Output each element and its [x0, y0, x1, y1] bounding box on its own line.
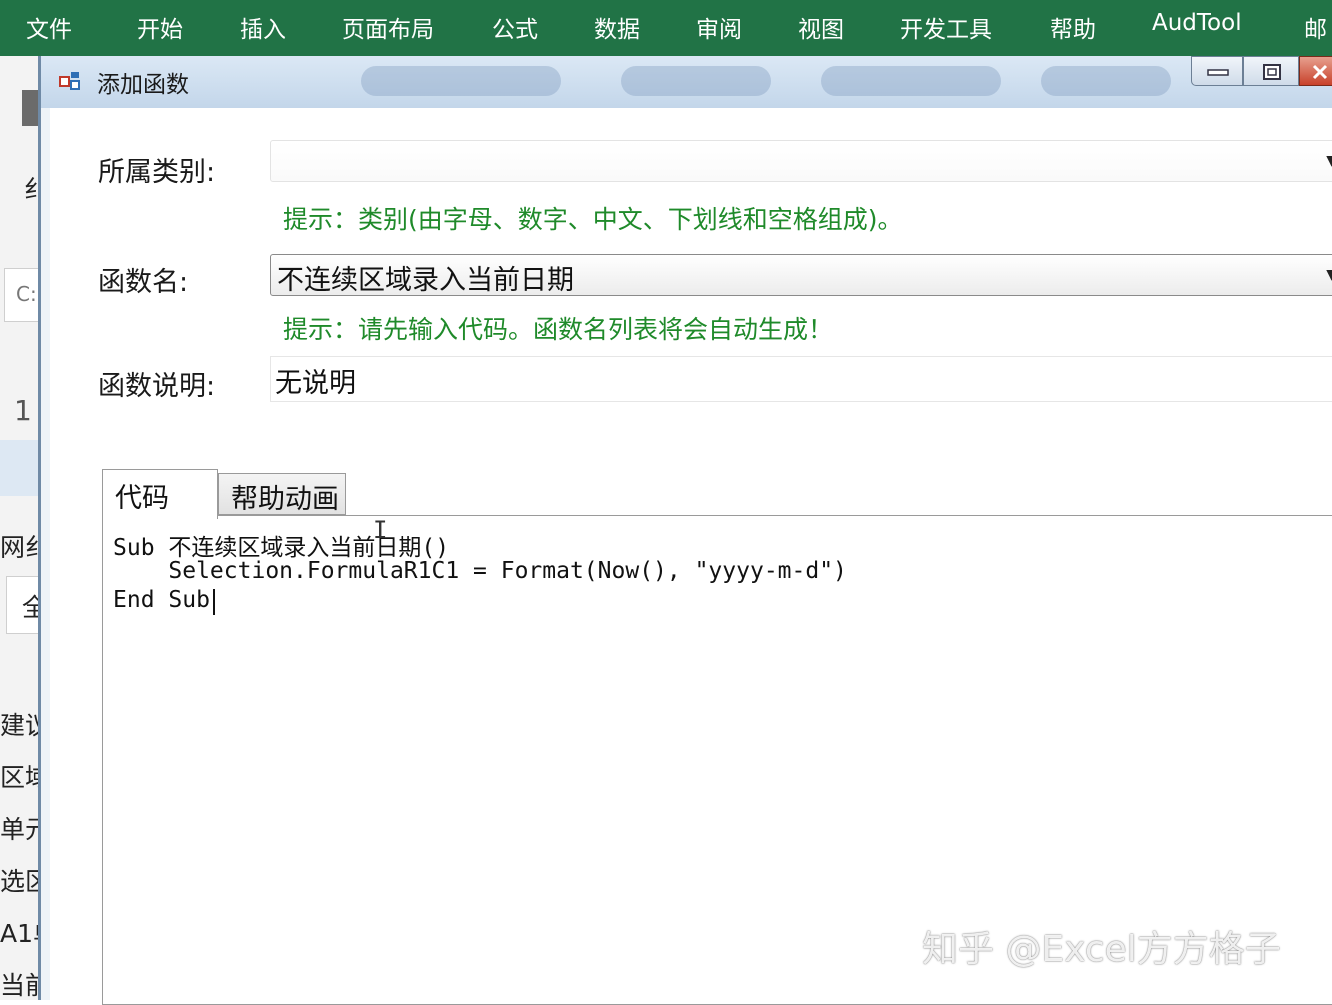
- ribbon-tab-data[interactable]: 数据: [594, 10, 640, 44]
- ribbon-tab-formulas[interactable]: 公式: [492, 10, 538, 44]
- background-band: [0, 440, 38, 496]
- function-name-label: 函数名:: [98, 267, 189, 298]
- ribbon-tab-help[interactable]: 帮助: [1050, 10, 1096, 44]
- titlebar-blur: [621, 66, 771, 96]
- add-function-dialog: 添加函数 所属类别: ▼ 提示：类别(由字母、数字、中文、下划线和空格组成)。 …: [38, 56, 1332, 1005]
- background-fragment: 全: [22, 593, 38, 622]
- titlebar-blur: [361, 66, 561, 96]
- ribbon-tab-home[interactable]: 开始: [137, 10, 183, 44]
- chevron-down-icon: ▼: [1326, 153, 1332, 169]
- window-controls: [1191, 56, 1332, 88]
- description-value: 无说明: [275, 368, 356, 399]
- background-excel-panel: 纟 C: 1 网纟 全 建议 区域 单元 选区 A1单 当前: [0, 56, 38, 1000]
- excel-ribbon: 文件 开始 插入 页面布局 公式 数据 审阅 视图 开发工具 帮助 AudToo…: [0, 0, 1332, 56]
- function-name-value: 不连续区域录入当前日期: [277, 265, 574, 296]
- titlebar-blur: [1041, 66, 1171, 96]
- ribbon-tab-review[interactable]: 审阅: [696, 10, 742, 44]
- background-fragment: 纟: [24, 175, 38, 204]
- app-icon: [59, 72, 80, 90]
- dialog-titlebar[interactable]: 添加函数: [41, 56, 1332, 108]
- dialog-client-area: 所属类别: ▼ 提示：类别(由字母、数字、中文、下划线和空格组成)。 函数名: …: [50, 108, 1332, 1005]
- background-fragment: 网纟: [0, 533, 38, 562]
- titlebar-blur: [821, 66, 1001, 96]
- ribbon-tab-mail[interactable]: 邮: [1304, 10, 1327, 44]
- function-name-hint: 提示：请先输入代码。函数名列表将会自动生成！: [283, 315, 834, 344]
- background-fragment: 当前: [0, 971, 38, 1000]
- ibeam-cursor-icon: I: [373, 516, 388, 544]
- chevron-down-icon: ▼: [1326, 267, 1332, 283]
- minimize-icon: [1207, 69, 1229, 76]
- dialog-title: 添加函数: [97, 72, 189, 98]
- code-line: Selection.FormulaR1C1 = Format(Now(), "y…: [113, 558, 847, 584]
- ribbon-tab-view[interactable]: 视图: [798, 10, 844, 44]
- background-scroll-block: [22, 90, 38, 126]
- maximize-icon: [1263, 64, 1281, 80]
- ribbon-tab-layout[interactable]: 页面布局: [342, 10, 434, 44]
- close-button[interactable]: [1299, 56, 1332, 86]
- text-caret: [213, 589, 215, 615]
- ribbon-tab-developer[interactable]: 开发工具: [900, 10, 992, 44]
- background-fragment: A1单: [0, 919, 38, 948]
- ribbon-tab-file[interactable]: 文件: [26, 10, 72, 44]
- description-input[interactable]: 无说明: [270, 356, 1332, 402]
- minimize-button[interactable]: [1191, 56, 1243, 86]
- background-fragment: 区域: [0, 763, 38, 792]
- tab-help-animation[interactable]: 帮助动画: [218, 473, 346, 515]
- background-fragment: 选区: [0, 867, 38, 896]
- description-label: 函数说明:: [98, 371, 216, 402]
- watermark: 知乎 @Excel方方格子: [922, 929, 1281, 970]
- category-label: 所属类别:: [98, 157, 216, 188]
- ribbon-tab-audtool[interactable]: AudTool: [1152, 10, 1242, 36]
- background-fragment: 单元: [0, 815, 38, 844]
- background-fragment: 1: [14, 394, 32, 427]
- background-fragment: C:: [16, 282, 37, 306]
- tab-code[interactable]: 代码: [102, 469, 218, 519]
- ribbon-tab-insert[interactable]: 插入: [240, 10, 286, 44]
- code-line: Sub 不连续区域录入当前日期(): [113, 535, 450, 561]
- maximize-button[interactable]: [1243, 56, 1299, 86]
- background-fragment: 建议: [0, 711, 38, 740]
- code-tabs: 代码 帮助动画: [102, 469, 402, 519]
- category-dropdown[interactable]: ▼: [270, 140, 1332, 182]
- close-icon: [1312, 64, 1328, 80]
- code-line: End Sub: [113, 587, 210, 613]
- function-name-dropdown[interactable]: 不连续区域录入当前日期 ▼: [270, 254, 1332, 296]
- category-hint: 提示：类别(由字母、数字、中文、下划线和空格组成)。: [283, 205, 903, 234]
